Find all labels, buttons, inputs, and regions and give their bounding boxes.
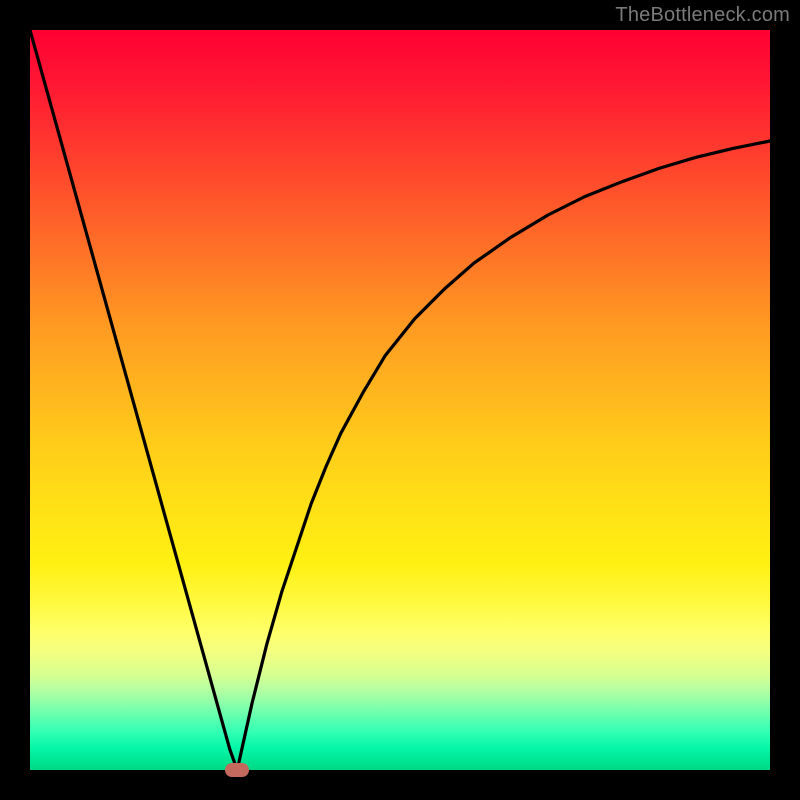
curve-right-branch [237,141,770,770]
plot-area [30,30,770,770]
optimal-point-marker [225,763,249,777]
curve-svg [30,30,770,770]
chart-frame: TheBottleneck.com [0,0,800,800]
watermark-text: TheBottleneck.com [615,4,790,27]
curve-left-branch [30,30,237,770]
